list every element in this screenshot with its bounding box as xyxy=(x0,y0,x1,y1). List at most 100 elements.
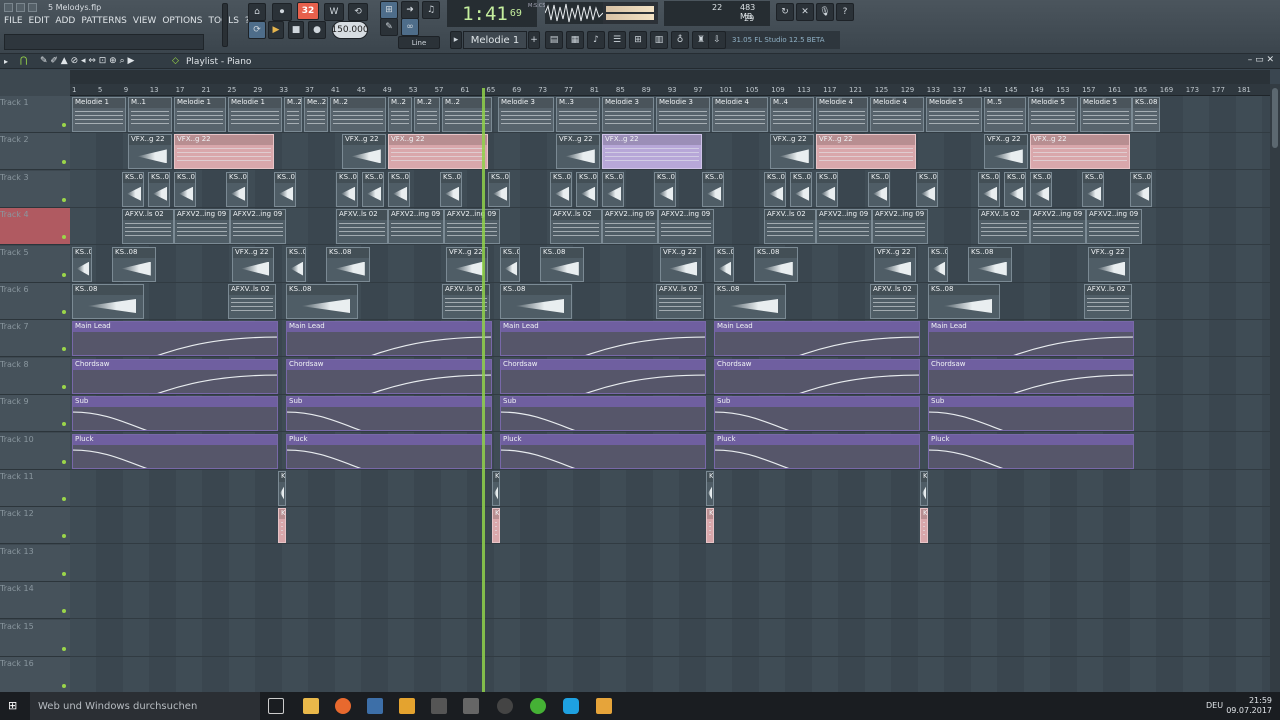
language-indicator[interactable]: DEU xyxy=(1206,701,1223,710)
playlist-clip[interactable]: Sub xyxy=(714,396,920,432)
playlist-clip[interactable]: KS..08 xyxy=(492,471,500,506)
playlist-clip[interactable]: VFX..g 22 xyxy=(660,246,702,282)
help-icon[interactable]: ? xyxy=(836,3,854,21)
track-row[interactable]: Chordsaw Chordsaw Chordsaw Chordsaw Chordsaw xyxy=(70,358,1270,395)
playlist-clip[interactable]: Pluck xyxy=(72,433,278,469)
playlist-clip[interactable]: AFXV..ls 02 xyxy=(228,284,276,319)
record-mode-button[interactable]: 32 xyxy=(297,2,319,20)
playlist-clip[interactable]: AFXV..ls 02 xyxy=(550,209,602,245)
playlist-clip[interactable]: KS..08 xyxy=(488,171,510,207)
playlist-clip[interactable]: KS..08 xyxy=(714,246,734,282)
magnet-icon[interactable]: ⋂ xyxy=(20,56,27,66)
playlist-clip[interactable]: VFX..g 22 xyxy=(556,134,600,170)
playlist-clip[interactable]: KS..08 xyxy=(868,171,890,207)
fl-studio-active-icon[interactable] xyxy=(596,698,612,714)
playlist-clip[interactable]: Main Lead xyxy=(286,321,492,357)
download-icon[interactable]: ⇩ xyxy=(708,31,726,49)
track-mute-icon[interactable] xyxy=(62,684,66,688)
scroll-thumb[interactable] xyxy=(1272,88,1278,148)
playlist-clip[interactable]: VFX..g 22 xyxy=(816,134,916,170)
playlist-clip[interactable]: AFXV2..ing 09 xyxy=(230,209,286,245)
track-row[interactable] xyxy=(70,545,1270,582)
playlist-clip[interactable]: Main Lead xyxy=(928,321,1134,357)
pattern-add-icon[interactable]: + xyxy=(528,31,540,49)
playlist-clip[interactable]: KS..08 xyxy=(790,171,812,207)
track-mute-icon[interactable] xyxy=(62,646,66,651)
playlist-clip[interactable]: Chordsaw xyxy=(928,358,1134,394)
playlist-clip[interactable]: KS..08 xyxy=(500,246,520,282)
playlist-clip[interactable]: Melodie 5 xyxy=(926,97,982,132)
playlist-clip[interactable]: Main Lead xyxy=(72,321,278,357)
menu-options[interactable]: OPTIONS xyxy=(162,16,202,26)
play-button[interactable]: ▶ xyxy=(268,21,284,39)
menu-file[interactable]: FILE xyxy=(4,16,23,26)
playlist-clip[interactable]: KS..08 xyxy=(1130,171,1152,207)
playlist-clip[interactable]: KS..08 xyxy=(706,471,714,506)
playlist-clip[interactable]: KS..08 xyxy=(388,171,410,207)
track-mute-icon[interactable] xyxy=(62,310,66,314)
playlist-clip[interactable]: Melodie 4 xyxy=(712,97,768,132)
app-icon-4[interactable] xyxy=(530,698,546,714)
playlist-clip[interactable]: Melodie 1 xyxy=(228,97,282,132)
track-row[interactable]: KS..08 KS..08 KS..08 KS..08 KS..08 KS..08 KS..… xyxy=(70,171,1270,208)
playlist-clip[interactable]: Main Lead xyxy=(500,321,706,357)
playlist-clip[interactable]: KS..08 xyxy=(706,508,714,544)
playlist-clip[interactable]: KS..08 xyxy=(968,246,1012,282)
playlist-clip[interactable]: Me..2 xyxy=(304,97,328,132)
playlist-clip[interactable]: KS..08 xyxy=(1030,171,1052,207)
overview-bar[interactable] xyxy=(70,70,1270,84)
explorer-icon[interactable] xyxy=(303,698,319,714)
playlist-clip[interactable]: Melodie 1 xyxy=(72,97,126,132)
playlist-clip[interactable]: M..2 xyxy=(388,97,412,132)
playlist-clip[interactable]: KS..08 xyxy=(148,171,170,207)
track-row[interactable]: KS..08 KS..08 VFX..g 22 KS..08 KS..08 VFX..g … xyxy=(70,246,1270,283)
playlist-clip[interactable]: KS..08 xyxy=(1132,97,1160,132)
pattern-song-toggle[interactable]: ⟳ xyxy=(248,21,266,39)
playlist-clip[interactable]: VFX..g 22 xyxy=(602,134,702,170)
stop-button[interactable]: ■ xyxy=(288,21,304,39)
playlist-clip[interactable]: Chordsaw xyxy=(286,358,492,394)
playlist-clip[interactable]: KS..08 xyxy=(326,246,370,282)
track-row[interactable]: Pluck Pluck Pluck Pluck Pluck xyxy=(70,433,1270,470)
track-header[interactable]: Track 5 xyxy=(0,245,70,283)
playlist-clip[interactable]: KS..08 xyxy=(540,246,584,282)
channel-rack-icon[interactable]: ▥ xyxy=(650,31,668,49)
track-row[interactable]: Main Lead Main Lead Main Lead Main Lead Main… xyxy=(70,320,1270,358)
playlist-clip[interactable]: AFXV2..ing 09 xyxy=(1030,209,1086,245)
close-icon[interactable] xyxy=(28,3,37,12)
vertical-scrollbar[interactable] xyxy=(1270,84,1280,692)
piano-roll-icon[interactable]: ♪ xyxy=(587,31,605,49)
playlist-clip[interactable]: AFXV..ls 02 xyxy=(764,209,816,245)
playlist-clip[interactable]: KS..08 xyxy=(978,171,1000,207)
menu-add[interactable]: ADD xyxy=(55,16,75,26)
pattern-prev-icon[interactable]: ▸ xyxy=(450,31,462,49)
track-mute-icon[interactable] xyxy=(62,347,66,352)
playlist-clip[interactable]: Pluck xyxy=(286,433,492,469)
playlist-clip[interactable]: KS..08 xyxy=(112,246,156,282)
playlist-clip[interactable]: AFXV2..ing 09 xyxy=(816,209,872,245)
track-header[interactable]: Track 4 xyxy=(0,208,70,246)
track-header[interactable]: Track 1 xyxy=(0,96,70,133)
record-button[interactable]: ● xyxy=(308,21,326,39)
track-mute-icon[interactable] xyxy=(62,534,66,539)
playlist-clip[interactable]: AFXV2..ing 09 xyxy=(1086,209,1142,245)
playlist-clip[interactable]: AFXV..ls 02 xyxy=(1084,284,1132,319)
playlist-clip[interactable]: AFXV2..ing 09 xyxy=(174,209,230,245)
track-row[interactable] xyxy=(70,582,1270,620)
playlist-clip[interactable]: KS..08 xyxy=(286,284,358,319)
playlist-icon[interactable]: ▤ xyxy=(545,31,563,49)
playlist-clip[interactable]: KS..08 xyxy=(492,508,500,544)
track-mute-icon[interactable] xyxy=(62,272,66,277)
menu-icon[interactable] xyxy=(4,3,13,12)
playlist-clip[interactable]: AFXV2..ing 09 xyxy=(444,209,500,245)
link-icon[interactable]: ∞ xyxy=(401,18,419,36)
app-icon-2[interactable] xyxy=(463,698,479,714)
track-row[interactable]: KS..08 AFXV..ls 02 KS..08 AFXV..ls 02 KS..08… xyxy=(70,283,1270,320)
playlist-clip[interactable]: KS..08 xyxy=(602,171,624,207)
track-header[interactable]: Track 14 xyxy=(0,582,70,620)
playlist-clip[interactable]: KS..08 xyxy=(654,171,676,207)
track-row[interactable] xyxy=(70,657,1270,694)
track-header[interactable]: Track 9 xyxy=(0,395,70,433)
track-mute-icon[interactable] xyxy=(62,459,66,464)
menu-edit[interactable]: EDIT xyxy=(29,16,50,26)
